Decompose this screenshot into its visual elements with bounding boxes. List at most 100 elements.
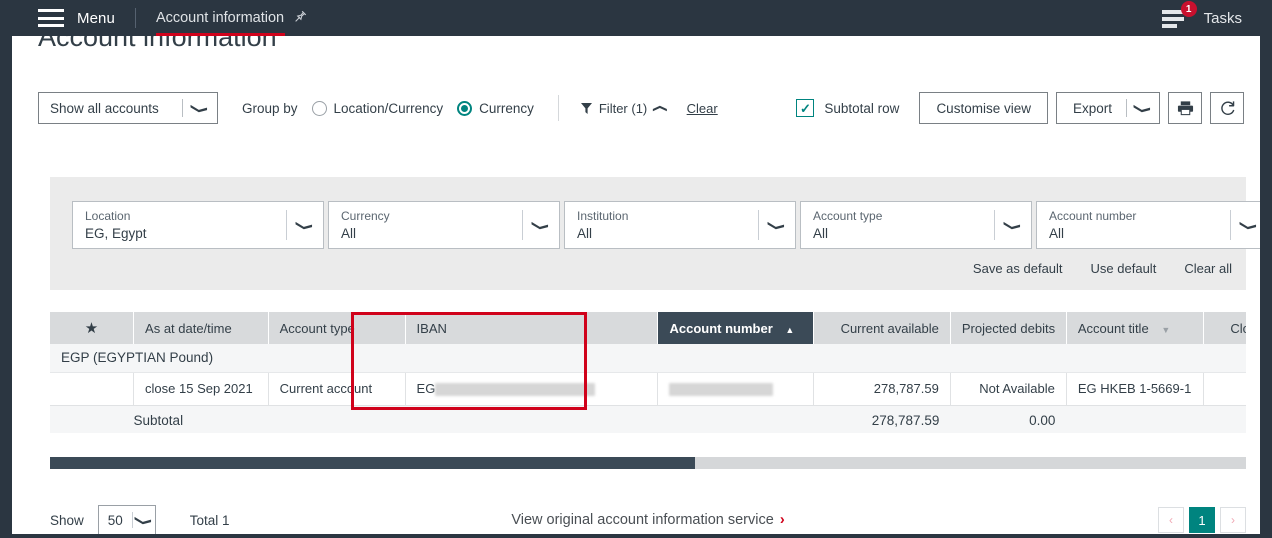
subtotal-closing-available: 278,787.59 — [1203, 405, 1246, 433]
chevron-down-icon — [287, 219, 323, 232]
topnav-right-group: 1 Tasks — [1161, 1, 1242, 29]
filter-label: Filter (1) — [598, 100, 648, 116]
column-label: Projected debits — [961, 320, 1056, 336]
pagination-page-1[interactable]: 1 — [1189, 507, 1215, 533]
tasks-icon[interactable]: 1 — [1161, 1, 1197, 29]
column-header-as-at-datetime[interactable]: As at date/time — [133, 312, 269, 344]
table-horizontal-scrollbar[interactable] — [50, 457, 1246, 469]
tasks-badge-count: 1 — [1180, 1, 1197, 17]
radio-location-currency[interactable]: Location/Currency — [311, 100, 444, 116]
group-by-label: Group by — [242, 100, 298, 116]
print-button[interactable] — [1168, 92, 1202, 124]
radio-label: Location/Currency — [333, 100, 444, 116]
filter-field-location[interactable]: Location EG, Egypt — [72, 201, 324, 249]
toolbar: Show all accounts Group by Location/Curr… — [38, 88, 1244, 128]
filter-toggle[interactable]: Filter (1) ❯ — [580, 100, 668, 116]
filter-field-account-number[interactable]: Account number All — [1036, 201, 1260, 249]
subtotal-account-title — [1066, 405, 1204, 433]
radio-label: Currency — [479, 100, 534, 116]
column-header-closing-available[interactable]: Closing available — [1203, 312, 1246, 344]
column-header-current-available[interactable]: Current available — [813, 312, 951, 344]
printer-icon — [1177, 101, 1193, 116]
column-header-favourite[interactable]: ★ — [50, 312, 135, 344]
filter-field-label: Currency — [341, 209, 390, 223]
filter-field-value: All — [1049, 226, 1065, 241]
subtotal-spacer — [50, 405, 134, 433]
cell-iban: EG — [405, 372, 659, 406]
column-label: Current available — [840, 320, 939, 336]
subtotal-projected-debits: 0.00 — [950, 405, 1067, 433]
filter-field-value: EG, Egypt — [85, 226, 147, 241]
column-label: As at date/time — [145, 320, 232, 336]
accounts-table-container[interactable]: ★ As at date/time Account type IBAN Acco… — [50, 312, 1246, 433]
export-button[interactable]: Export — [1055, 92, 1160, 124]
sort-ascending-icon: ▲ — [785, 324, 795, 335]
subtotal-row-checkbox[interactable] — [796, 99, 815, 117]
column-header-account-number[interactable]: Account number ▲ — [657, 312, 814, 344]
customise-view-button[interactable]: Customise view — [919, 92, 1048, 124]
chevron-down-icon — [183, 102, 217, 115]
table-row[interactable]: close 15 Sep 2021 Current account EG 278… — [50, 372, 1246, 406]
chevron-down-icon — [523, 219, 559, 232]
refresh-icon — [1220, 100, 1234, 115]
column-header-iban[interactable]: IBAN — [405, 312, 659, 344]
column-label: Account type — [279, 320, 355, 336]
currency-group-row: EGP (EGYPTIAN Pound) — [50, 344, 1246, 373]
tab-account-information[interactable]: Account information — [155, 0, 307, 36]
clear-filter-link[interactable]: Clear — [687, 101, 718, 116]
filter-field-value: All — [577, 226, 593, 241]
nav-divider — [134, 8, 136, 28]
pin-icon[interactable] — [294, 10, 307, 26]
filter-field-value: All — [813, 226, 829, 241]
show-accounts-select[interactable]: Show all accounts — [38, 92, 218, 124]
funnel-icon — [580, 102, 592, 114]
filter-field-value: All — [341, 226, 357, 241]
radio-icon-selected — [457, 100, 473, 116]
pagination: ‹ 1 › — [1153, 507, 1246, 533]
scrollbar-thumb[interactable] — [50, 457, 695, 469]
chevron-down-icon — [995, 219, 1031, 232]
filter-field-currency[interactable]: Currency All — [328, 201, 560, 249]
cell-as-at-datetime: close 15 Sep 2021 — [133, 372, 269, 406]
chevron-down-icon[interactable] — [1127, 102, 1159, 115]
top-navigation-bar: Menu Account information 1 Tasks — [0, 0, 1272, 36]
refresh-button[interactable] — [1210, 92, 1244, 124]
hamburger-menu-icon[interactable] — [38, 9, 64, 27]
column-label: Closing available — [1230, 320, 1246, 336]
filter-field-institution[interactable]: Institution All — [564, 201, 796, 249]
table-footer: Show 50 Total 1 View original account in… — [50, 498, 1246, 534]
filter-field-label: Institution — [577, 209, 629, 223]
filter-field-account-type[interactable]: Account type All — [800, 201, 1032, 249]
show-accounts-value: Show all accounts — [50, 100, 159, 116]
column-label: Account number — [669, 320, 773, 336]
filter-field-label: Account type — [813, 209, 883, 223]
clear-all-link[interactable]: Clear all — [1184, 261, 1232, 276]
chevron-down-icon — [1231, 219, 1260, 232]
chevron-down-icon — [759, 219, 795, 232]
subtotal-spacer — [405, 405, 658, 433]
star-icon: ★ — [84, 320, 99, 337]
pagination-next-button[interactable]: › — [1220, 507, 1246, 533]
column-header-account-type[interactable]: Account type — [268, 312, 406, 344]
accounts-table: ★ As at date/time Account type IBAN Acco… — [50, 312, 1246, 433]
chevron-right-icon: › — [779, 512, 785, 528]
iban-redacted-bar — [435, 382, 596, 396]
column-label: IBAN — [416, 320, 447, 336]
pagination-prev-button[interactable]: ‹ — [1158, 507, 1184, 533]
filter-panel: Location EG, Egypt Currency All Institut… — [50, 177, 1260, 290]
tasks-button[interactable]: Tasks — [1204, 10, 1242, 27]
page-canvas: Account information Show all accounts Gr… — [12, 36, 1260, 534]
iban-prefix: EG — [416, 381, 436, 397]
use-default-link[interactable]: Use default — [1091, 261, 1157, 276]
save-as-default-link[interactable]: Save as default — [973, 261, 1063, 276]
filter-field-label: Account number — [1049, 209, 1137, 223]
menu-button[interactable]: Menu — [77, 10, 115, 27]
view-original-service-link[interactable]: View original account information servic… — [50, 512, 1246, 528]
cell-projected-debits: Not Available — [950, 372, 1067, 406]
column-header-account-title[interactable]: Account title ▼ — [1066, 312, 1204, 344]
cell-favourite[interactable] — [50, 372, 135, 406]
column-header-projected-debits[interactable]: Projected debits — [950, 312, 1067, 344]
radio-currency[interactable]: Currency — [457, 100, 534, 116]
cell-account-title: EG HKEB 1-5669-1 — [1066, 372, 1204, 406]
currency-group-label: EGP (EGYPTIAN Pound) — [50, 344, 1246, 373]
